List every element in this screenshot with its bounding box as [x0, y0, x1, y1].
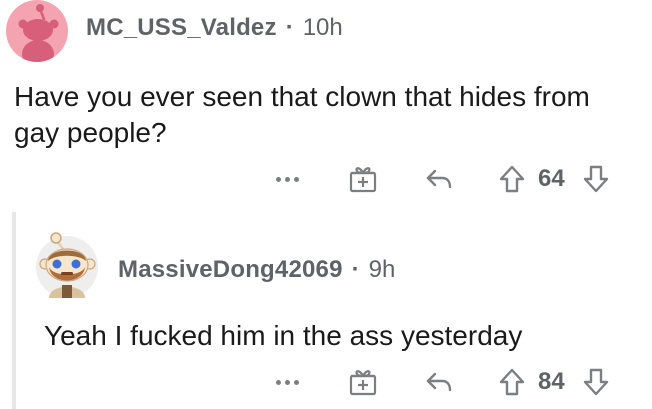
downvote-icon[interactable]	[580, 365, 612, 399]
comment-actions: 64	[270, 159, 612, 199]
vote-score: 84	[538, 368, 565, 395]
upvote-icon[interactable]	[496, 162, 528, 196]
snoo-avatar-icon	[18, 4, 59, 62]
reply-icon[interactable]	[422, 365, 456, 399]
meta-separator: ·	[351, 256, 360, 283]
snoo-avatar-icon	[36, 232, 98, 298]
award-icon[interactable]	[346, 162, 380, 196]
timestamp: 9h	[368, 256, 396, 283]
comment-actions: 84	[270, 362, 612, 402]
avatar[interactable]	[35, 227, 99, 299]
avatar[interactable]	[6, 0, 68, 62]
thread-line[interactable]	[12, 212, 16, 409]
timestamp: 10h	[302, 14, 343, 41]
vote-score: 64	[538, 165, 565, 192]
downvote-icon[interactable]	[580, 162, 612, 196]
reply-icon[interactable]	[422, 162, 456, 196]
upvote-icon[interactable]	[496, 365, 528, 399]
award-icon[interactable]	[346, 365, 380, 399]
comment-body: Yeah I fucked him in the ass yesterday	[44, 320, 523, 351]
comment-body: Have you ever seen that clown that hides…	[14, 81, 590, 148]
more-options-icon[interactable]	[270, 176, 304, 182]
meta-separator: ·	[285, 14, 294, 41]
username[interactable]: MassiveDong42069	[118, 256, 343, 284]
more-options-icon[interactable]	[270, 379, 304, 385]
username[interactable]: MC_USS_Valdez	[86, 14, 277, 42]
comment-header: MassiveDong42069 · 9h	[118, 256, 395, 284]
comment-header: MC_USS_Valdez · 10h	[86, 14, 343, 42]
